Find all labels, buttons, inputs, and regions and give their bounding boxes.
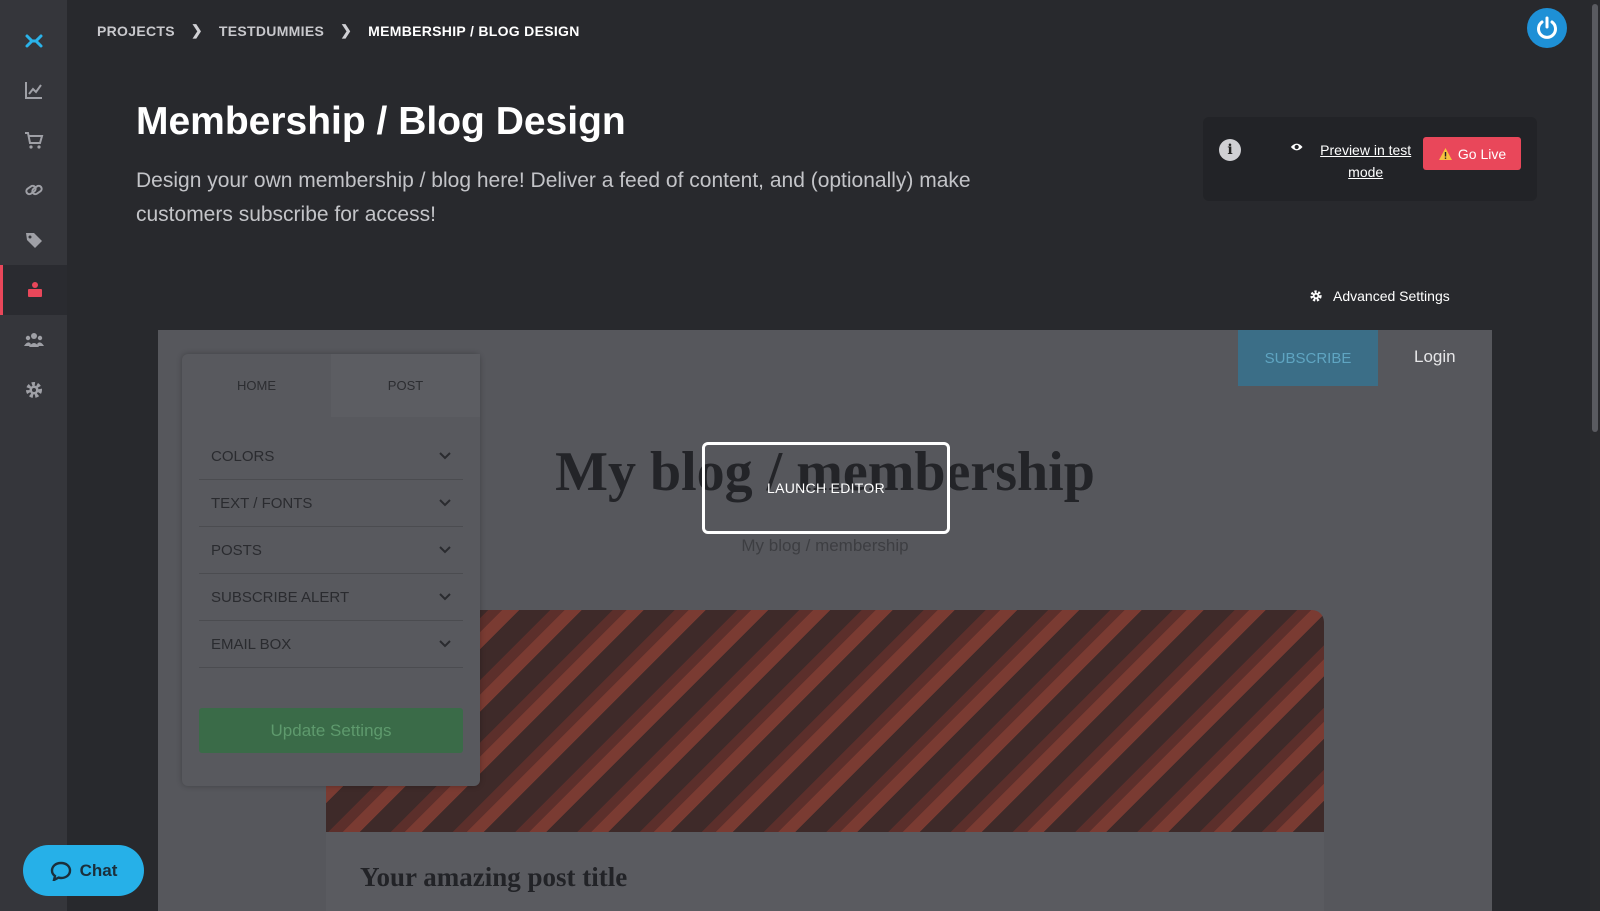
accordion-label: POSTS	[211, 541, 262, 559]
login-link[interactable]: Login	[1414, 347, 1456, 367]
accordion-subscribe-alert[interactable]: SUBSCRIBE ALERT	[199, 574, 463, 621]
breadcrumb-projects[interactable]: PROJECTS	[97, 23, 175, 39]
sidebar-item-tags[interactable]	[0, 215, 67, 265]
link-icon	[24, 184, 43, 196]
logo-icon	[25, 34, 42, 48]
chevron-down-icon	[439, 499, 451, 507]
go-live-button[interactable]: Go Live	[1423, 137, 1521, 170]
subscribe-button[interactable]: SUBSCRIBE	[1238, 330, 1378, 386]
gear-icon	[25, 382, 42, 398]
analytics-icon	[24, 82, 42, 99]
tags-icon	[25, 233, 42, 248]
gear-icon	[1310, 290, 1322, 302]
tab-post[interactable]: POST	[331, 354, 480, 417]
chat-label: Chat	[79, 860, 118, 880]
cart-icon	[24, 132, 43, 149]
accordion-label: COLORS	[211, 447, 275, 465]
scrollbar[interactable]	[1590, 0, 1600, 911]
users-icon	[23, 333, 44, 347]
chevron-right-icon: ❯	[340, 22, 353, 38]
breadcrumb-testdummies[interactable]: TESTDUMMIES	[219, 23, 324, 39]
action-box: i Preview in test mode Go Live	[1203, 117, 1537, 201]
chevron-down-icon	[439, 640, 451, 648]
advanced-settings-label: Advanced Settings	[1333, 288, 1450, 304]
page-title: Membership / Blog Design	[136, 100, 626, 143]
sidebar-item-membership[interactable]	[0, 265, 67, 315]
advanced-settings-link[interactable]: Advanced Settings	[1309, 288, 1450, 304]
page-description: Design your own membership / blog here! …	[136, 169, 971, 226]
sidebar-item-settings[interactable]	[0, 365, 67, 415]
sidebar-item-home[interactable]	[0, 17, 67, 67]
accordion-label: EMAIL BOX	[211, 635, 292, 653]
sidebar-item-store[interactable]	[0, 115, 67, 165]
breadcrumb-current: MEMBERSHIP / BLOG DESIGN	[368, 22, 580, 39]
preview-test-mode-label[interactable]: Preview in test mode	[1311, 139, 1420, 183]
eye-icon	[1290, 143, 1303, 151]
chevron-down-icon	[439, 452, 451, 460]
blog-preview: SUBSCRIBE Login My blog / membership My …	[158, 330, 1492, 911]
editor-panel: HOME POST COLORS TEXT / FONTS POSTS SUBS…	[182, 354, 480, 786]
tab-home[interactable]: HOME	[182, 354, 331, 417]
breadcrumb: PROJECTS ❯ TESTDUMMIES ❯ MEMBERSHIP / BL…	[97, 22, 580, 39]
warning-icon	[1438, 147, 1452, 160]
accordion-colors[interactable]: COLORS	[199, 433, 463, 480]
post-title: Your amazing post title	[360, 862, 628, 892]
chevron-down-icon	[439, 546, 451, 554]
accordion-label: SUBSCRIBE ALERT	[211, 588, 350, 606]
go-live-label: Go Live	[1457, 145, 1507, 162]
update-settings-button[interactable]: Update Settings	[199, 708, 463, 753]
accordion-text-fonts[interactable]: TEXT / FONTS	[199, 480, 463, 527]
settings-accordion: COLORS TEXT / FONTS POSTS SUBSCRIBE ALER…	[199, 433, 463, 668]
launch-editor-button[interactable]: LAUNCH EDITOR	[702, 442, 950, 534]
sidebar-item-links[interactable]	[0, 165, 67, 215]
power-icon	[1537, 16, 1557, 39]
power-button[interactable]	[1527, 8, 1567, 48]
scrollbar-thumb[interactable]	[1592, 4, 1598, 432]
membership-icon	[28, 282, 42, 297]
sidebar	[0, 0, 67, 911]
chevron-down-icon	[439, 593, 451, 601]
accordion-posts[interactable]: POSTS	[199, 527, 463, 574]
chat-button[interactable]: Chat	[23, 845, 144, 896]
chevron-right-icon: ❯	[190, 22, 203, 38]
post-card: Your amazing post title	[326, 832, 1324, 911]
info-icon[interactable]: i	[1219, 139, 1241, 161]
sidebar-item-users[interactable]	[0, 315, 67, 365]
chat-bubble-icon	[50, 861, 71, 881]
accordion-email-box[interactable]: EMAIL BOX	[199, 621, 463, 668]
accordion-label: TEXT / FONTS	[211, 494, 313, 512]
sidebar-item-analytics[interactable]	[0, 65, 67, 115]
preview-test-mode-link[interactable]: Preview in test mode	[1290, 139, 1420, 183]
